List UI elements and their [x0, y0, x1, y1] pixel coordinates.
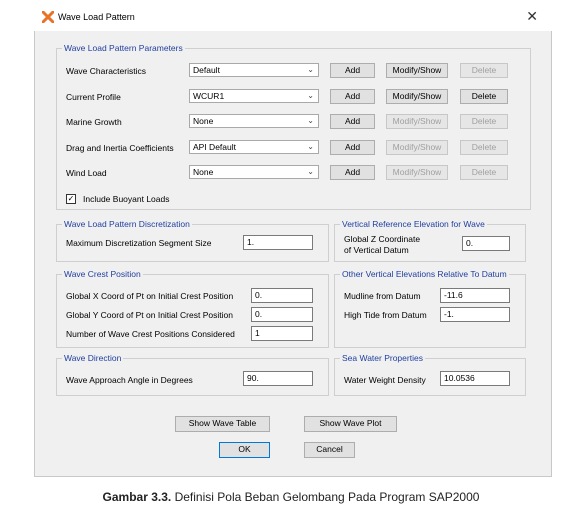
hightide-label: High Tide from Datum: [344, 310, 427, 320]
window-title: Wave Load Pattern: [58, 12, 135, 22]
marine-growth-delete-button[interactable]: Delete: [460, 114, 508, 129]
marine-growth-modify-button[interactable]: Modify/Show: [386, 114, 448, 129]
crest-legend: Wave Crest Position: [62, 269, 143, 279]
chevron-down-icon: ⌄: [307, 91, 314, 100]
caption-text: Definisi Pola Beban Gelombang Pada Progr…: [171, 490, 480, 504]
hightide-input[interactable]: -1.: [440, 307, 510, 322]
wave-characteristics-add-button[interactable]: Add: [330, 63, 375, 78]
current-profile-delete-button[interactable]: Delete: [460, 89, 508, 104]
chevron-down-icon: ⌄: [307, 142, 314, 151]
crest-x-input[interactable]: 0.: [251, 288, 313, 303]
current-profile-dropdown-value: WCUR1: [193, 91, 225, 101]
params-legend: Wave Load Pattern Parameters: [62, 43, 185, 53]
crest-y-label: Global Y Coord of Pt on Initial Crest Po…: [66, 310, 233, 320]
crest-n-label: Number of Wave Crest Positions Considere…: [66, 329, 235, 339]
crest-x-label: Global X Coord of Pt on Initial Crest Po…: [66, 291, 234, 301]
drag-and-inertia-coefficients-delete-button[interactable]: Delete: [460, 140, 508, 155]
wind-load-dropdown-value: None: [193, 167, 214, 177]
caption-number: Gambar 3.3.: [102, 490, 172, 504]
current-profile-modify-button[interactable]: Modify/Show: [386, 89, 448, 104]
wind-load-modify-button[interactable]: Modify/Show: [386, 165, 448, 180]
approach-angle-label: Wave Approach Angle in Degrees: [66, 375, 193, 385]
wind-load-dropdown[interactable]: None ⌄: [189, 165, 319, 179]
marine-growth-add-button[interactable]: Add: [330, 114, 375, 129]
marine-growth-label: Marine Growth: [66, 117, 122, 127]
wind-load-delete-button[interactable]: Delete: [460, 165, 508, 180]
max-segment-label: Maximum Discretization Segment Size: [66, 238, 212, 248]
wave-characteristics-label: Wave Characteristics: [66, 66, 146, 76]
current-profile-label: Current Profile: [66, 92, 121, 102]
figure-caption: Gambar 3.3. Definisi Pola Beban Gelomban…: [0, 490, 582, 504]
drag-and-inertia-coefficients-dropdown-value: API Default: [193, 142, 236, 152]
drag-and-inertia-coefficients-label: Drag and Inertia Coefficients: [66, 143, 174, 153]
drag-and-inertia-coefficients-add-button[interactable]: Add: [330, 140, 375, 155]
crest-n-input[interactable]: 1: [251, 326, 313, 341]
discretization-legend: Wave Load Pattern Discretization: [62, 219, 192, 229]
approach-angle-input[interactable]: 90.: [243, 371, 313, 386]
current-profile-dropdown[interactable]: WCUR1 ⌄: [189, 89, 319, 103]
cancel-button[interactable]: Cancel: [304, 442, 355, 458]
crest-y-input[interactable]: 0.: [251, 307, 313, 322]
max-segment-input[interactable]: 1.: [243, 235, 313, 250]
water-density-input[interactable]: 10.0536: [440, 371, 510, 386]
chevron-down-icon: ⌄: [307, 167, 314, 176]
seawater-legend: Sea Water Properties: [340, 353, 425, 363]
sap-x-icon: [41, 10, 55, 24]
close-icon[interactable]: ✕: [526, 8, 538, 25]
show-wave-table-button[interactable]: Show Wave Table: [175, 416, 270, 432]
marine-growth-dropdown[interactable]: None ⌄: [189, 114, 319, 128]
include-buoyant-label: Include Buoyant Loads: [83, 194, 170, 204]
mudline-label: Mudline from Datum: [344, 291, 421, 301]
wave-characteristics-delete-button[interactable]: Delete: [460, 63, 508, 78]
show-wave-plot-button[interactable]: Show Wave Plot: [304, 416, 397, 432]
other-elev-legend: Other Vertical Elevations Relative To Da…: [340, 269, 509, 279]
chevron-down-icon: ⌄: [307, 116, 314, 125]
global-z-label-2: of Vertical Datum: [344, 245, 409, 255]
global-z-label: Global Z Coordinate: [344, 234, 421, 244]
drag-and-inertia-coefficients-modify-button[interactable]: Modify/Show: [386, 140, 448, 155]
wave-characteristics-dropdown-value: Default: [193, 65, 220, 75]
marine-growth-dropdown-value: None: [193, 116, 214, 126]
direction-legend: Wave Direction: [62, 353, 124, 363]
wave-characteristics-dropdown[interactable]: Default ⌄: [189, 63, 319, 77]
wind-load-add-button[interactable]: Add: [330, 165, 375, 180]
drag-and-inertia-coefficients-dropdown[interactable]: API Default ⌄: [189, 140, 319, 154]
chevron-down-icon: ⌄: [307, 65, 314, 74]
title-bar: Wave Load Pattern ✕: [34, 5, 552, 31]
water-density-label: Water Weight Density: [344, 375, 426, 385]
mudline-input[interactable]: -11.6: [440, 288, 510, 303]
include-buoyant-checkbox[interactable]: ✓: [66, 194, 76, 204]
wave-characteristics-modify-button[interactable]: Modify/Show: [386, 63, 448, 78]
global-z-input[interactable]: 0.: [462, 236, 510, 251]
ok-button[interactable]: OK: [219, 442, 270, 458]
current-profile-add-button[interactable]: Add: [330, 89, 375, 104]
vertical-ref-legend: Vertical Reference Elevation for Wave: [340, 219, 487, 229]
wind-load-label: Wind Load: [66, 168, 107, 178]
